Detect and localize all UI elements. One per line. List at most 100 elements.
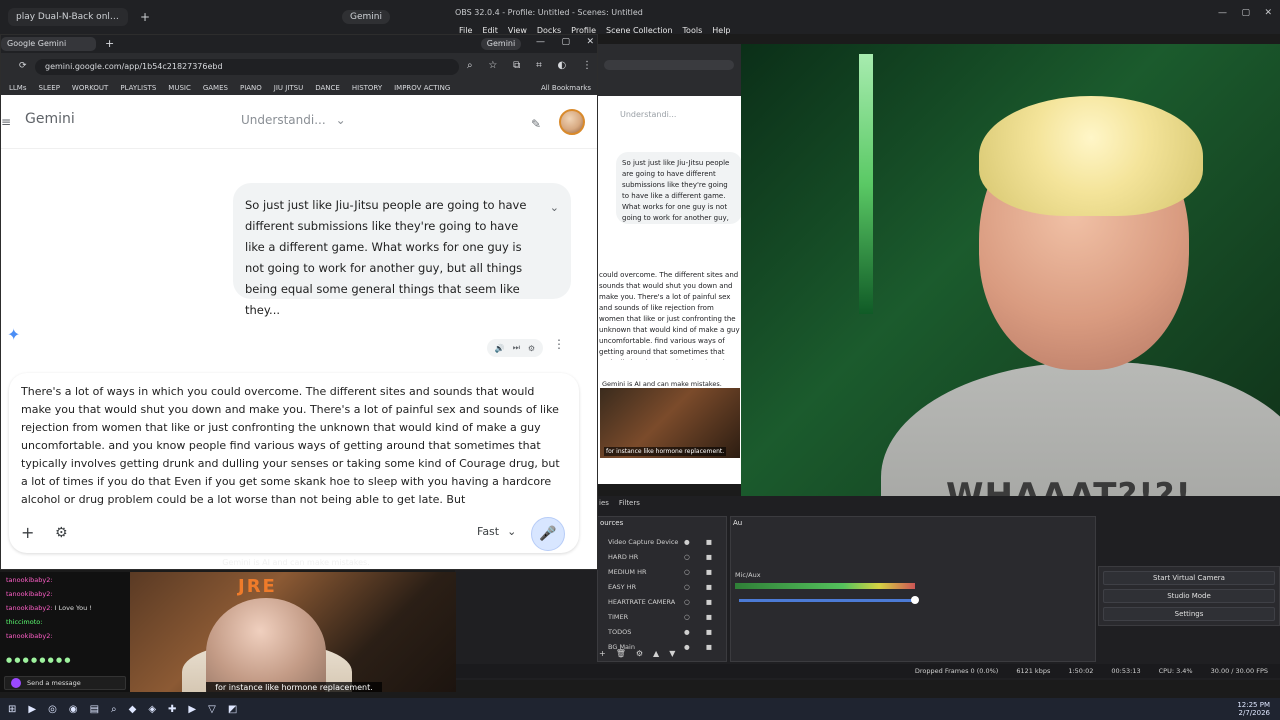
chat-input[interactable]: Send a message	[4, 676, 126, 690]
gemini-logo[interactable]: Gemini	[25, 111, 75, 127]
browser-tab[interactable]: Google Gemini	[1, 37, 96, 51]
eye-icon[interactable]: ●	[684, 535, 690, 550]
volume-fader[interactable]	[739, 599, 915, 602]
source-settings-icon[interactable]: ⚙	[636, 649, 643, 658]
lock-icon[interactable]: ■	[706, 595, 712, 610]
app-icon[interactable]: ▶	[188, 704, 196, 715]
lock-icon[interactable]: ■	[706, 535, 712, 550]
source-item[interactable]: MEDIUM HR ○ ■	[598, 565, 726, 580]
chat-username[interactable]: tanookibaby2:	[6, 590, 53, 598]
eye-icon[interactable]: ○	[684, 550, 690, 565]
eye-icon[interactable]: ●	[684, 625, 690, 640]
app-icon[interactable]: ▶	[28, 704, 36, 715]
tab-filters[interactable]: Filters	[619, 499, 640, 507]
search-icon[interactable]: ⌕	[467, 60, 473, 71]
bookmark-improv-acting[interactable]: IMPROV ACTING	[394, 84, 450, 92]
add-source-icon[interactable]: +	[599, 649, 606, 658]
app-icon[interactable]: ▽	[208, 704, 216, 715]
profile-icon[interactable]: ◐	[557, 60, 566, 71]
gemini-chip[interactable]: Gemini	[342, 10, 390, 24]
lock-icon[interactable]: ■	[706, 550, 712, 565]
lock-icon[interactable]: ■	[706, 625, 712, 640]
speaker-icon[interactable]: 🔊	[495, 344, 505, 353]
background-tab[interactable]: play Dual-N-Back online | Nba	[8, 8, 128, 26]
video-overlay[interactable]: JRE for instance like hormone replacemen…	[130, 572, 456, 692]
lock-icon[interactable]: ■	[706, 580, 712, 595]
eye-icon[interactable]: ○	[684, 565, 690, 580]
source-item[interactable]: EASY HR ○ ■	[598, 580, 726, 595]
more-menu-icon[interactable]: ⋮	[582, 60, 592, 71]
expand-chevron-icon[interactable]: ⌄	[550, 197, 559, 218]
bookmark-games[interactable]: GAMES	[203, 84, 228, 92]
reload-icon[interactable]: ⟳	[19, 61, 27, 71]
bookmark-piano[interactable]: PIANO	[240, 84, 262, 92]
eye-icon[interactable]: ○	[684, 595, 690, 610]
close-icon[interactable]: ✕	[1264, 8, 1272, 22]
remove-source-icon[interactable]: 🗑	[616, 649, 626, 658]
app-icon[interactable]: ◩	[228, 704, 237, 715]
chat-username[interactable]: tanookibaby2:	[6, 632, 53, 640]
new-chat-icon[interactable]: ✎	[531, 117, 545, 131]
speed-mode-dropdown[interactable]: Fast ⌄	[477, 525, 516, 538]
source-item[interactable]: TODOS ● ■	[598, 625, 726, 640]
skip-icon[interactable]: ⏭	[513, 343, 520, 353]
minimize-icon[interactable]: —	[536, 37, 545, 47]
settings-icon[interactable]: ⚙	[528, 344, 535, 353]
app-icon[interactable]: ◆	[129, 704, 137, 715]
tab-search-icon[interactable]: ⌗	[536, 60, 542, 71]
eye-icon[interactable]: ○	[684, 610, 690, 625]
chat-username[interactable]: tanookibaby2:	[6, 576, 53, 584]
bookmark-sleep[interactable]: SLEEP	[39, 84, 60, 92]
chrome-icon[interactable]: ◉	[69, 704, 78, 715]
model-selector[interactable]: Understandi... ⌄	[241, 113, 346, 127]
lock-icon[interactable]: ■	[706, 565, 712, 580]
source-item[interactable]: HEARTRATE CAMERA ○ ■	[598, 595, 726, 610]
app-icon[interactable]: ◈	[148, 704, 156, 715]
maximize-icon[interactable]: ▢	[1241, 8, 1250, 22]
lock-icon[interactable]: ■	[706, 610, 712, 625]
browser-icon[interactable]: ◎	[48, 704, 57, 715]
minimize-icon[interactable]: —	[1218, 8, 1227, 22]
move-down-icon[interactable]: ▼	[669, 649, 675, 658]
gemini-chip[interactable]: Gemini	[481, 38, 521, 50]
obs-preview[interactable]: Understandi... So just just like Jiu-Jit…	[598, 44, 741, 484]
chat-username[interactable]: thiccimoto:	[6, 618, 42, 626]
system-clock[interactable]: 12:25 PM 2/7/2026	[1237, 701, 1280, 717]
all-bookmarks[interactable]: All Bookmarks	[541, 84, 597, 92]
bookmark-music[interactable]: MUSIC	[168, 84, 191, 92]
menu-help[interactable]: Help	[712, 26, 730, 35]
new-tab-button[interactable]: +	[105, 37, 114, 51]
studio-mode-button[interactable]: Studio Mode	[1103, 589, 1275, 603]
source-item[interactable]: HARD HR ○ ■	[598, 550, 726, 565]
close-icon[interactable]: ✕	[586, 37, 594, 47]
menu-scene-collection[interactable]: Scene Collection	[606, 26, 673, 35]
extensions-icon[interactable]: ⧉	[513, 60, 520, 71]
start-virtual-camera-button[interactable]: Start Virtual Camera	[1103, 571, 1275, 585]
settings-button[interactable]: Settings	[1103, 607, 1275, 621]
microphone-button[interactable]: 🎤	[531, 517, 565, 551]
bookmark-workout[interactable]: WORKOUT	[72, 84, 108, 92]
star-icon[interactable]: ☆	[488, 60, 497, 71]
bookmark-history[interactable]: HISTORY	[352, 84, 382, 92]
source-item[interactable]: TIMER ○ ■	[598, 610, 726, 625]
bookmark-playlists[interactable]: PLAYLISTS	[120, 84, 156, 92]
avatar[interactable]	[559, 109, 585, 135]
chat-username[interactable]: tanookibaby2:	[6, 604, 53, 612]
plus-icon[interactable]: +	[21, 525, 37, 541]
fader-knob[interactable]	[911, 596, 919, 604]
eye-icon[interactable]: ○	[684, 580, 690, 595]
new-tab-button[interactable]: +	[138, 10, 152, 24]
tab-properties[interactable]: ies	[599, 499, 609, 507]
maximize-icon[interactable]: ▢	[561, 37, 570, 47]
file-icon[interactable]: ▤	[90, 704, 99, 715]
search-icon[interactable]: ⌕	[111, 704, 117, 715]
tools-icon[interactable]: ⚙	[55, 525, 71, 541]
more-options-icon[interactable]: ⋮	[553, 335, 565, 353]
app-icon[interactable]: ✚	[168, 704, 176, 715]
start-icon[interactable]: ⊞	[8, 704, 16, 715]
bookmark-dance[interactable]: DANCE	[315, 84, 340, 92]
move-up-icon[interactable]: ▲	[653, 649, 659, 658]
source-item[interactable]: Video Capture Device ● ■	[598, 535, 726, 550]
bookmark-jiu-jitsu[interactable]: JIU JITSU	[274, 84, 303, 92]
url-field[interactable]: gemini.google.com/app/1b54c21827376ebd	[35, 59, 459, 75]
